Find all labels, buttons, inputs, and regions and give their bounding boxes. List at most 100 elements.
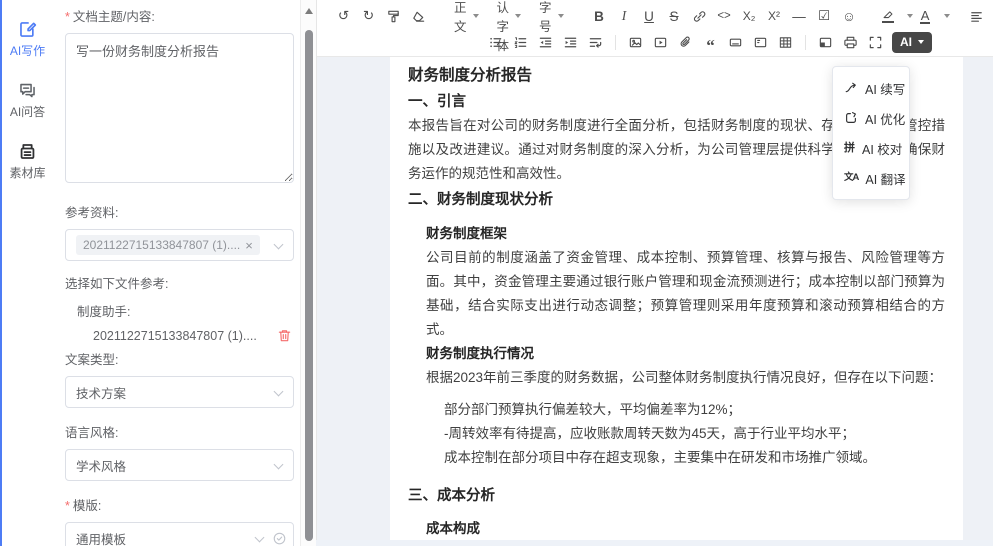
style-value: 学术风格 [76,456,126,475]
underline-icon[interactable]: U [638,5,661,28]
menu-item-ai-proofread[interactable]: 拼 AI 校对 [833,133,909,163]
chevron-down-icon [255,533,265,543]
side-panel-icon[interactable] [814,31,837,54]
nav-item-label: 素材库 [9,164,45,181]
reference-select[interactable]: 2021122715133847807 (1).... × [65,229,294,261]
reference-tag: 2021122715133847807 (1).... × [76,235,260,255]
undo-icon[interactable]: ↺ [332,5,355,28]
file-section-label: 选择如下文件参考: [65,275,294,293]
redo-icon[interactable]: ↻ [357,5,380,28]
bold-icon[interactable]: B [588,5,611,28]
caret-down-icon[interactable] [944,14,950,18]
print-icon[interactable] [839,31,862,54]
nav-item-ai-writing[interactable]: AI写作 [0,12,55,67]
doc-type-select[interactable]: 技术方案 [65,376,294,408]
checkbox-icon[interactable]: ☑ [813,5,836,28]
app-window: AI写作 AI问答 素材库 [0,0,993,546]
doc-heading: 三、成本分析 [408,484,945,508]
blockquote-icon[interactable]: “ [699,31,722,54]
chevron-down-icon [274,240,284,250]
code-block-icon[interactable] [749,31,772,54]
chevron-down-icon [274,387,284,397]
template-label: *模版: [65,497,294,515]
delete-file-icon[interactable] [277,328,292,343]
selected-file-block: 制度助手: 2021122715133847807 (1).... [65,301,294,343]
bullet-list-icon[interactable] [484,31,507,54]
assistant-label: 制度助手: [77,301,294,320]
strikethrough-icon[interactable]: S [663,5,686,28]
doc-edit-icon [18,20,37,39]
superscript-icon[interactable]: X² [763,5,786,28]
panel-scrollbar[interactable] [300,0,316,546]
required-marker: * [65,10,70,24]
link-icon[interactable] [688,5,711,28]
style-select[interactable]: 学术风格 [65,449,294,481]
list-item: 成本控制在部分项目中存在超支现象，主要集中在研发和市场推广领域。 [444,446,945,470]
tag-close-icon[interactable]: × [245,239,253,252]
outdent-icon[interactable] [534,31,557,54]
nav-rail: AI写作 AI问答 素材库 [0,0,55,546]
template-select[interactable]: 通用模板 [65,522,294,546]
editor-pane: ↺ ↻ 正文 默认字体 [316,0,993,546]
inline-code-icon[interactable]: <> [713,5,736,28]
insert-video-icon[interactable] [649,31,672,54]
toolbar-separator [805,35,806,50]
toolbar-row-2: “ [317,29,993,55]
attachment-icon[interactable] [674,31,697,54]
fullscreen-icon[interactable] [864,31,887,54]
doc-section: 成本构成 公司的成本主要由以下部分构成： 人力成本：占总成本的35%； [426,517,945,540]
doc-subheading: 财务制度框架 [426,222,945,246]
caret-down-icon[interactable] [907,14,913,18]
caret-down-icon [473,14,479,18]
menu-item-ai-optimize[interactable]: AI 优化 [833,103,909,133]
ai-tools-button[interactable]: AI [892,32,932,53]
doc-paragraph: 根据2023年前三季度的财务数据，公司整体财务制度执行情况良好，但存在以下问题： [426,366,945,390]
library-icon [18,142,37,161]
toolbar-row-1: ↺ ↻ 正文 默认字体 [317,3,993,29]
chevron-down-icon [274,460,284,470]
chat-bubbles-icon [18,81,37,100]
template-value: 通用模板 [76,529,126,546]
editor-toolbar: ↺ ↻ 正文 默认字体 [317,0,993,57]
nav-item-material-library[interactable]: 素材库 [0,134,55,189]
file-row: 2021122715133847807 (1).... [93,328,292,343]
menu-item-ai-translate[interactable]: 文A AI 翻译 [833,163,909,193]
menu-item-ai-continue[interactable]: AI 续写 [833,73,909,103]
align-icon[interactable] [965,5,988,28]
nav-item-label: AI写作 [10,42,45,59]
caret-down-icon [558,14,564,18]
scroll-up-arrow-icon[interactable] [305,8,313,14]
font-color-icon[interactable]: A [914,5,937,28]
reference-label: 参考资料: [65,204,294,222]
eraser-icon[interactable] [407,5,430,28]
ordered-list-icon[interactable] [509,31,532,54]
nav-item-label: AI问答 [10,103,45,120]
emoji-icon[interactable]: ☺ [838,5,861,28]
doc-type-value: 技术方案 [76,383,126,402]
paragraph-style-select[interactable]: 正文 [448,5,485,28]
caret-down-icon [515,14,521,18]
subscript-icon[interactable]: X₂ [738,5,761,28]
list-item: 部分部门预算执行偏差较大，平均偏差率为12%； [444,398,945,422]
editor-canvas: 财务制度分析报告 一、引言 本报告旨在对公司的财务制度进行全面分析，包括财务制度… [317,57,993,540]
style-label: 语言风格: [65,424,294,442]
indent-icon[interactable] [559,31,582,54]
topic-textarea[interactable]: 写一份财务制度分析报告 [65,33,294,183]
doc-paragraph: 公司目前的制度涵盖了资金管理、成本控制、预算管理、核算与报告、风险管理等方面。其… [426,246,945,342]
scrollbar-thumb[interactable] [305,30,313,541]
required-marker: * [65,499,70,513]
ai-dropdown-menu: AI 续写 AI 优化 拼 AI 校对 文A AI 翻译 [832,66,910,200]
highlight-pen-icon[interactable] [877,5,900,28]
toolbar-separator [615,35,616,50]
nav-item-ai-qa[interactable]: AI问答 [0,73,55,128]
format-painter-icon[interactable] [382,5,405,28]
divider-icon[interactable] [724,31,747,54]
font-size-select[interactable]: 字号 [533,5,570,28]
horizontal-rule-icon[interactable]: — [788,5,811,28]
italic-icon[interactable]: I [613,5,636,28]
insert-image-icon[interactable] [624,31,647,54]
insert-table-icon[interactable] [774,31,797,54]
line-break-icon[interactable] [584,31,607,54]
font-family-select[interactable]: 默认字体 [491,5,528,28]
ai-continue-icon [844,81,858,95]
